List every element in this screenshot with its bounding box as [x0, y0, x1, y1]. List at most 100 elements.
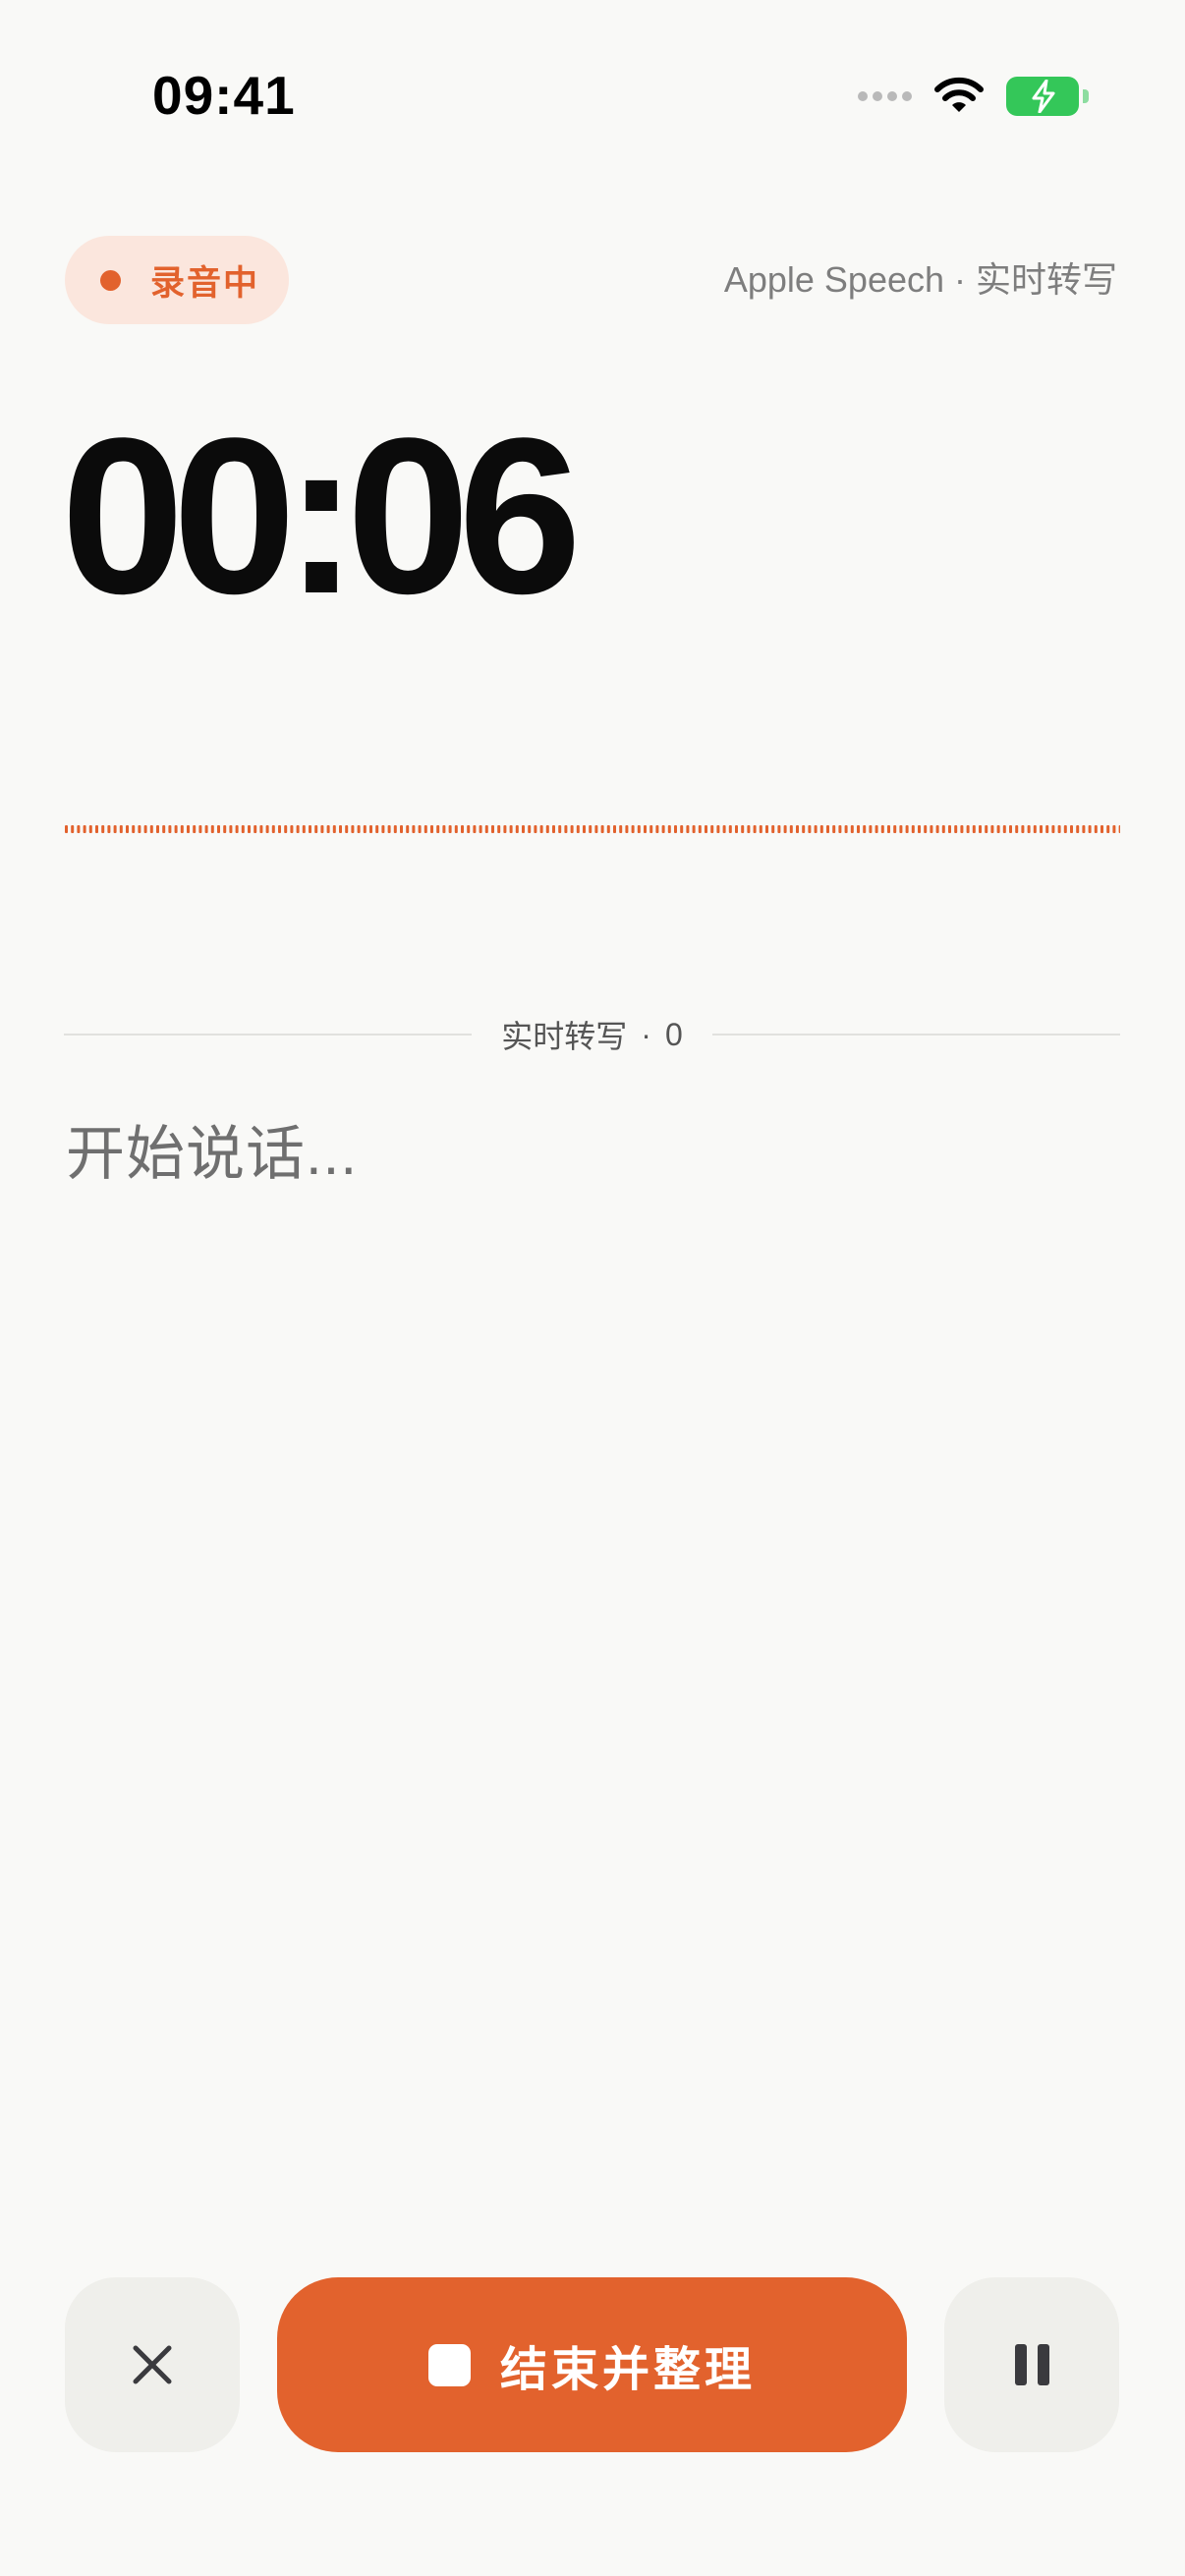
- waveform-bar: [461, 825, 464, 833]
- waveform-bar: [1057, 825, 1061, 833]
- waveform-bar: [71, 825, 75, 833]
- waveform-bar: [254, 825, 257, 833]
- waveform-bar: [819, 825, 823, 833]
- waveform-bar: [88, 825, 92, 833]
- waveform-bar: [113, 825, 117, 833]
- waveform-bar: [741, 825, 745, 833]
- waveform-bar: [357, 825, 361, 833]
- finish-button-label: 结束并整理: [499, 2344, 756, 2396]
- waveform-bar: [491, 825, 494, 833]
- waveform-bar: [979, 825, 982, 833]
- pause-icon: [1014, 2344, 1049, 2385]
- waveform-bar: [320, 825, 324, 833]
- waveform-bar: [369, 825, 372, 833]
- waveform-bar: [77, 825, 81, 833]
- waveform-bar: [101, 825, 105, 833]
- waveform-bar: [309, 825, 311, 833]
- waveform-bar: [857, 825, 860, 833]
- pause-button[interactable]: [944, 2277, 1119, 2452]
- waveform-bar: [771, 825, 775, 833]
- waveform-bar: [296, 825, 300, 833]
- audio-waveform: [65, 825, 1120, 833]
- waveform-bar: [193, 825, 197, 833]
- waveform-bar: [911, 825, 915, 833]
- transcript-placeholder: 开始说话...: [66, 1121, 359, 1187]
- waveform-bar: [454, 825, 458, 833]
- waveform-bar: [235, 825, 239, 833]
- waveform-bar: [1118, 825, 1120, 833]
- status-bar-time: 09:41: [152, 65, 296, 126]
- waveform-bar: [515, 825, 519, 833]
- waveform-bar: [716, 825, 720, 833]
- waveform-bar: [1100, 825, 1103, 833]
- waveform-bar: [576, 825, 580, 833]
- waveform-bar: [935, 825, 939, 833]
- waveform-bar: [899, 825, 903, 833]
- waveform-bar: [777, 825, 781, 833]
- waveform-bar: [796, 825, 799, 833]
- waveform-bar: [479, 825, 482, 833]
- waveform-bar: [850, 825, 854, 833]
- divider-line-left: [64, 1034, 473, 1036]
- waveform-bar: [223, 825, 227, 833]
- elapsed-timer: 00:06: [61, 391, 582, 640]
- waveform-bar: [996, 825, 1000, 833]
- transcript-divider: 实时转写 · 0: [64, 1010, 1120, 1059]
- waveform-bar: [869, 825, 873, 833]
- waveform-bar: [210, 825, 214, 833]
- waveform-bar: [674, 825, 677, 833]
- waveform-bar: [284, 825, 288, 833]
- cancel-button[interactable]: [65, 2277, 240, 2452]
- waveform-bar: [1045, 825, 1049, 833]
- waveform-bar: [606, 825, 610, 833]
- waveform-bar: [814, 825, 818, 833]
- waveform-bar: [1021, 825, 1025, 833]
- waveform-bar: [966, 825, 970, 833]
- waveform-bar: [1070, 825, 1073, 833]
- battery-charging-icon: [1006, 77, 1089, 116]
- waveform-bar: [187, 825, 190, 833]
- waveform-bar: [442, 825, 446, 833]
- recording-status-label: 录音中: [150, 263, 260, 303]
- waveform-bar: [875, 825, 878, 833]
- waveform-bar: [667, 825, 671, 833]
- waveform-bar: [686, 825, 690, 833]
- waveform-bar: [180, 825, 184, 833]
- waveform-bar: [705, 825, 707, 833]
- waveform-bar: [259, 825, 263, 833]
- waveform-bar: [1015, 825, 1019, 833]
- waveform-bar: [107, 825, 111, 833]
- waveform-bar: [375, 825, 379, 833]
- waveform-bar: [436, 825, 440, 833]
- waveform-bar: [783, 825, 787, 833]
- waveform-bar: [381, 825, 385, 833]
- waveform-bar: [198, 825, 202, 833]
- finish-and-organize-button[interactable]: 结束并整理: [277, 2277, 907, 2452]
- waveform-bar: [1027, 825, 1031, 833]
- waveform-bar: [941, 825, 945, 833]
- waveform-bar: [467, 825, 471, 833]
- transcript-section-title: 实时转写: [501, 1019, 628, 1054]
- waveform-bar: [960, 825, 964, 833]
- waveform-bar: [564, 825, 568, 833]
- waveform-bar: [503, 825, 507, 833]
- transcript-section-header: 实时转写 · 0: [472, 1012, 711, 1057]
- waveform-bar: [692, 825, 696, 833]
- waveform-bar: [418, 825, 422, 833]
- speech-engine-label: Apple Speech · 实时转写: [723, 259, 1117, 300]
- waveform-bar: [753, 825, 757, 833]
- waveform-bar: [600, 825, 604, 833]
- waveform-bar: [241, 825, 245, 833]
- waveform-bar: [156, 825, 159, 833]
- waveform-bar: [332, 825, 336, 833]
- waveform-bar: [826, 825, 829, 833]
- waveform-bar: [954, 825, 958, 833]
- waveform-bar: [680, 825, 684, 833]
- waveform-bar: [1040, 825, 1043, 833]
- waveform-bar: [271, 825, 275, 833]
- waveform-bar: [65, 825, 68, 833]
- waveform-bar: [363, 825, 367, 833]
- waveform-bar: [558, 825, 562, 833]
- waveform-bar: [880, 825, 884, 833]
- waveform-bar: [229, 825, 233, 833]
